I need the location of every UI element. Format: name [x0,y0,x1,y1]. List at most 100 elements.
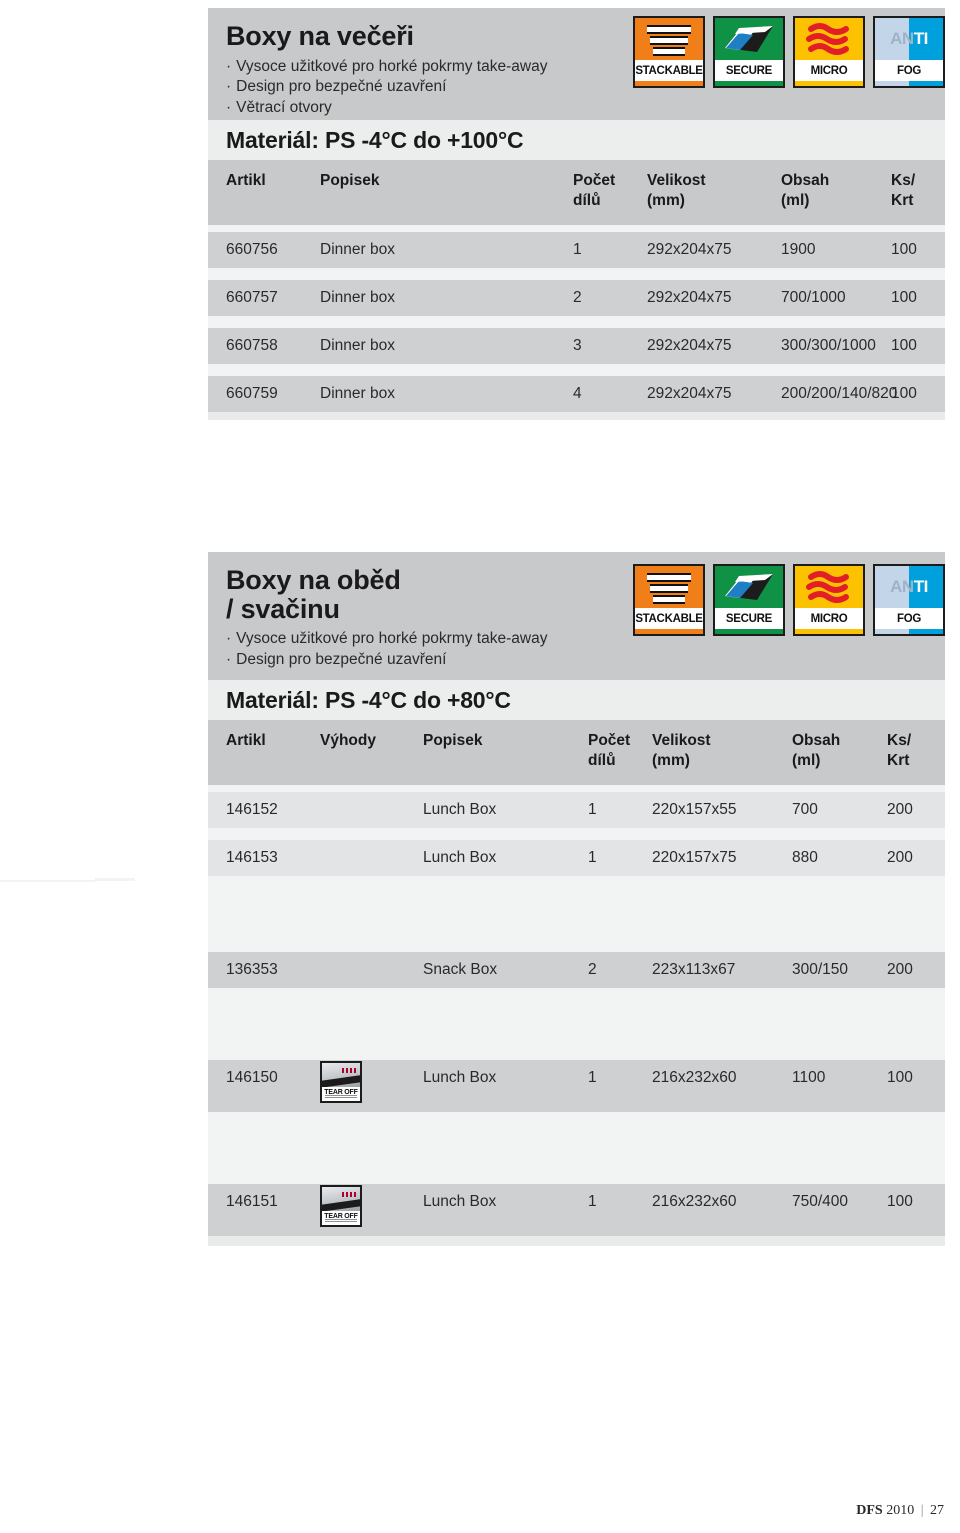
anti-fog-top-text: AN TI [875,566,943,608]
cell-popisek: Dinner box [320,240,395,258]
micro-footer-bar [795,81,863,86]
cell-pocet: 1 [573,240,582,258]
tear-off-bar [325,1094,357,1099]
secure-footer-bar [715,81,783,86]
col-header-kskrt: Ks/ Krt [887,720,945,785]
cell-popisek: Dinner box [320,384,395,402]
cell-velikost: 216x232x60 [652,1192,737,1210]
row-spacer [208,827,945,840]
col-sublabel: (ml) [792,751,821,769]
anti-fog-icon: AN TI FOG [873,16,945,88]
bullet-dot-icon: · [226,630,232,648]
micro-waves-shape [806,23,849,55]
secure-icon: SECURE [713,16,785,88]
table-row: 660757 Dinner box 2 292x204x75 700/1000 … [208,279,945,316]
page-number: 27 [930,1503,944,1518]
cell-velikost: 220x157x55 [652,800,737,818]
secure-caption: SECURE [715,60,783,81]
col-label: Velikost [652,732,711,749]
table-header-row: Artikl Popisek Počet dílů Velikost (mm) … [208,160,945,225]
secure-caption: SECURE [715,608,783,629]
col-header-vyhody: Výhody [320,720,423,785]
micro-waves-shape [806,571,849,603]
cell-vyhody [320,952,423,988]
row-spacer [208,267,945,280]
secure-lid-shape [725,26,773,52]
cell-popisek: Lunch Box [423,1192,497,1210]
col-label: Popisek [320,172,380,189]
stackable-icon: STACKABLE [633,16,705,88]
cell-artikl: 146151 [226,1192,278,1210]
table-row: 146150 TEAR OFF Lunch Box 1 216x232x60 1… [208,1059,945,1112]
cell-artikl: 136353 [226,960,278,978]
cell-obsah: 1100 [792,1068,826,1086]
tear-off-image [322,1062,360,1087]
stackable-caption: STACKABLE [635,60,703,81]
col-label: Popisek [423,732,483,749]
list-item: · Design pro bezpečné uzavření [226,650,945,671]
stackable-caption: STACKABLE [635,608,703,629]
stackable-glyph [635,566,703,608]
cell-velikost: 216x232x60 [652,1068,737,1086]
cell-vyhody [320,792,423,828]
col-header-velikost: Velikost (mm) [652,720,792,785]
cell-kskrt: 200 [887,960,913,978]
secure-lid-shape [725,574,773,600]
cell-obsah: 300/300/1000 [781,336,876,354]
micro-footer-bar [795,629,863,634]
footer-year: 2010 [886,1503,915,1518]
cell-pocet: 4 [573,384,582,402]
anti-fog-top-text: AN TI [875,18,943,60]
row-spacer [208,315,945,328]
col-header-obsah: Obsah (ml) [781,160,891,225]
dinner-feature-badges: STACKABLE SECURE MICRO AN TI FOG [633,16,945,88]
cell-velikost: 223x113x67 [652,960,736,978]
dinner-table: Artikl Popisek Počet dílů Velikost (mm) … [208,160,945,420]
cell-artikl: 660758 [226,336,278,354]
dinner-hero-band: Boxy na večeři · Vysoce užitkové pro hork… [208,8,945,120]
cell-artikl: 146150 [226,1068,278,1086]
col-sublabel: Krt [891,191,914,209]
stackable-footer-bar [635,81,703,86]
col-header-artikl: Artikl [208,720,320,785]
micro-caption: MICRO [795,60,863,81]
col-sublabel: dílů [573,191,601,209]
secure-glyph [715,566,783,608]
anti-text-part-1: AN [890,577,914,596]
table-row: 660756 Dinner box 1 292x204x75 1900 100 [208,231,945,268]
col-header-artikl: Artikl [208,160,320,225]
col-label: Artikl [226,172,266,189]
col-label: Velikost [647,172,706,189]
col-sublabel: (mm) [652,751,690,769]
col-label: Obsah [781,172,830,189]
anti-text-part-1: AN [890,29,914,48]
cell-velikost: 220x157x75 [652,848,737,866]
cell-pocet: 1 [588,1068,597,1086]
cell-artikl: 660759 [226,384,278,402]
cell-popisek: Snack Box [423,960,498,978]
cell-pocet: 1 [588,1192,597,1210]
lunch-table: Artikl Výhody Popisek Počet dílů Velikos… [208,720,945,1246]
footer-brand: DFS [856,1503,883,1518]
col-sublabel: (ml) [781,191,810,209]
anti-fog-footer-left [875,629,909,634]
row-spacer [208,987,945,1060]
cell-kskrt: 100 [891,288,917,306]
anti-fog-footer-right [909,81,943,86]
stackable-icon: STACKABLE [633,564,705,636]
anti-text-part-2: TI [913,29,929,48]
anti-fog-glyph: AN TI [875,566,943,608]
table-row: 146152 Lunch Box 1 220x157x55 700 200 [208,791,945,828]
col-sublabel: Krt [887,751,910,769]
col-label: Artikl [226,732,266,749]
anti-text-part-2: TI [913,577,929,596]
cell-artikl: 146153 [226,848,278,866]
dinner-material-band: Materiál: PS -4°C do +100°C [208,120,945,160]
table-row: 660758 Dinner box 3 292x204x75 300/300/1… [208,327,945,364]
page-footer: DFS 2010 | 27 [856,1503,944,1519]
dinner-material-text: Materiál: PS -4°C do +100°C [226,127,524,153]
row-spacer [208,411,945,420]
col-label: Obsah [792,732,841,749]
cell-popisek: Lunch Box [423,1068,497,1086]
secure-icon: SECURE [713,564,785,636]
